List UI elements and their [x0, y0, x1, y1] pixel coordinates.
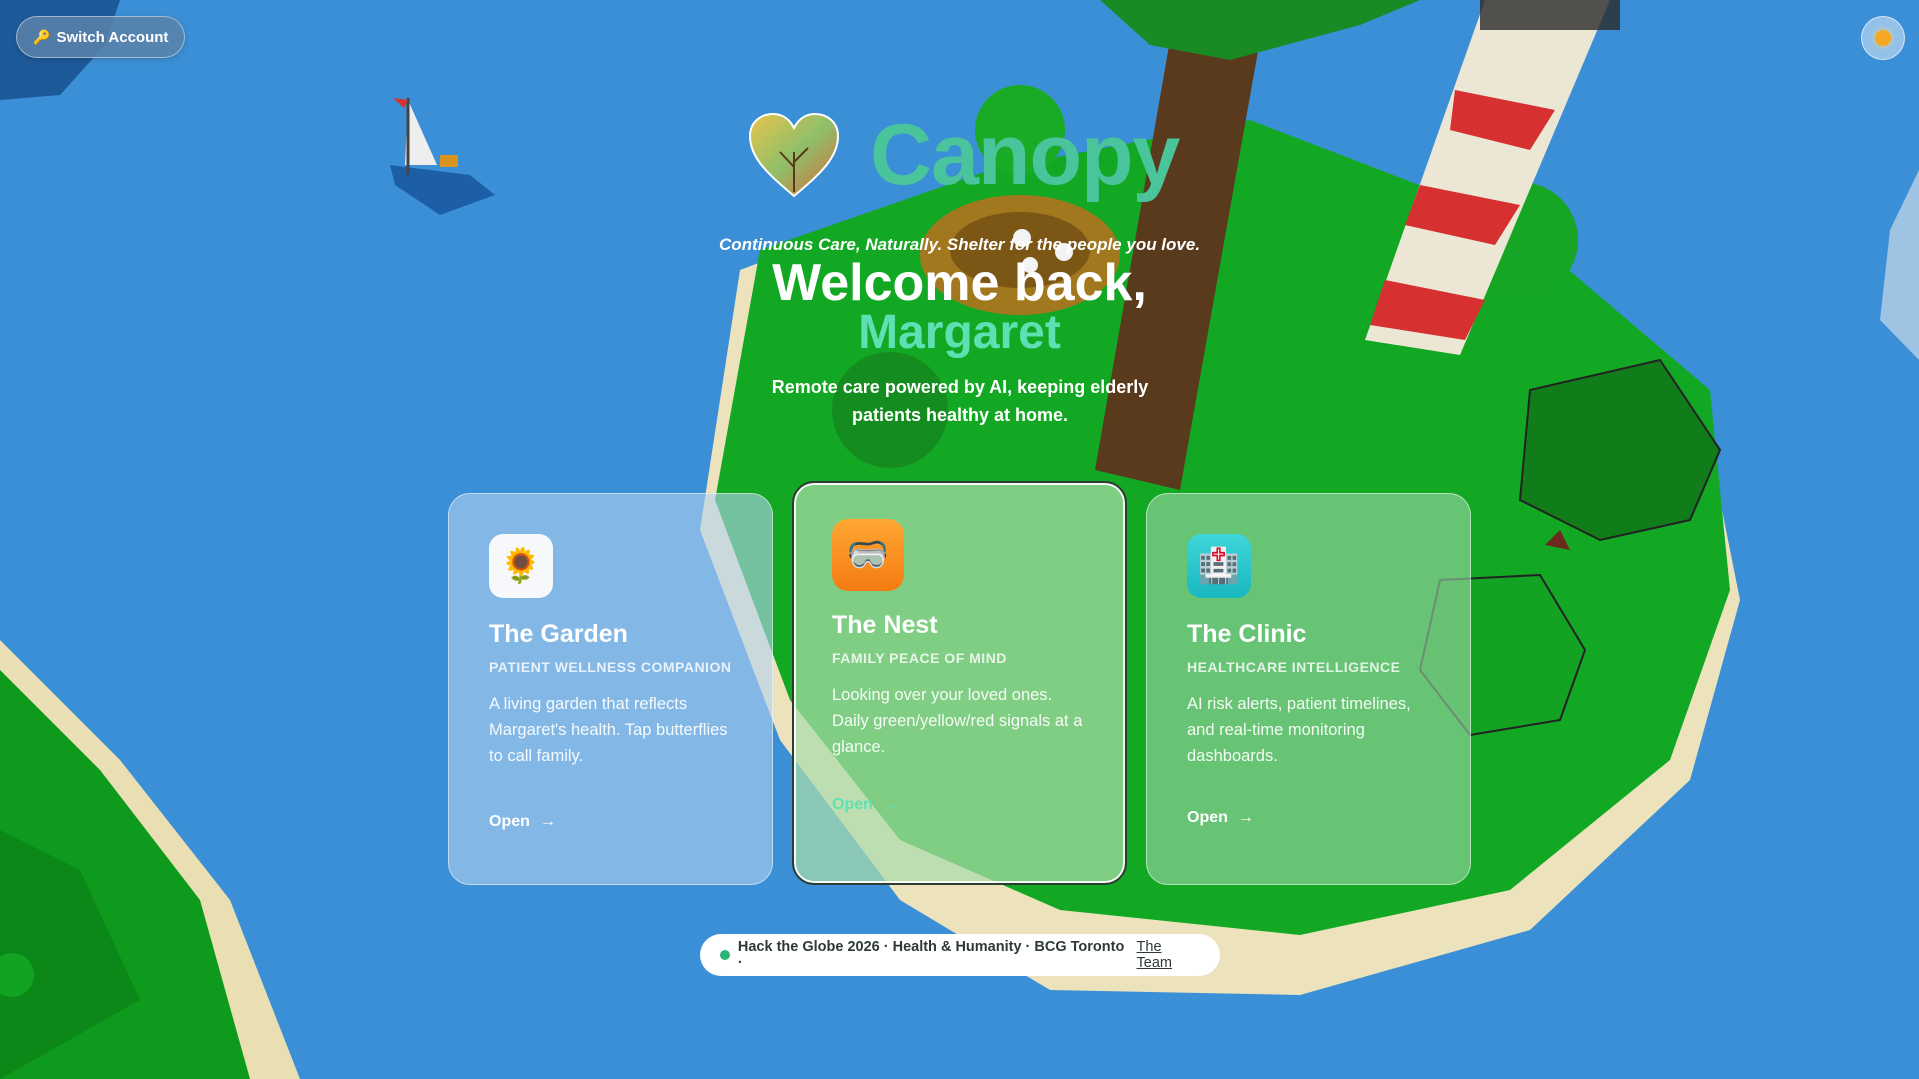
- card-subtitle: PATIENT WELLNESS COMPANION: [489, 659, 732, 675]
- brand-header: Canopy: [748, 107, 1180, 203]
- card-description: Looking over your loved ones. Daily gree…: [832, 686, 1083, 756]
- open-label: Open: [489, 813, 530, 830]
- arrow-right-icon: →: [539, 813, 556, 830]
- card-description: A living garden that reflects Margaret's…: [489, 695, 728, 765]
- open-clinic-link[interactable]: Open →: [1187, 809, 1254, 827]
- brand-title: Canopy: [870, 107, 1180, 203]
- card-subtitle: FAMILY PEACE OF MIND: [832, 650, 1007, 666]
- footer-badge: Hack the Globe 2026 · Health & Humanity …: [700, 934, 1220, 976]
- nest-icon: 🥽: [832, 519, 904, 591]
- open-label: Open: [1187, 809, 1228, 826]
- arrow-right-icon: →: [882, 796, 899, 813]
- welcome-heading: Welcome back,: [772, 254, 1147, 312]
- open-garden-link[interactable]: Open →: [489, 813, 556, 831]
- brand-tagline: Continuous Care, Naturally. Shelter for …: [718, 235, 1201, 254]
- team-link[interactable]: The Team: [1137, 939, 1200, 971]
- wheelbarrow-icon: 🌻: [489, 534, 553, 598]
- card-clinic[interactable]: 🏥 The Clinic HEALTHCARE INTELLIGENCE AI …: [1146, 493, 1471, 885]
- card-garden[interactable]: 🌻 The Garden PATIENT WELLNESS COMPANION …: [448, 493, 773, 885]
- footer-text: Hack the Globe 2026 · Health & Humanity …: [737, 939, 1125, 971]
- card-description: AI risk alerts, patient timelines, and r…: [1187, 695, 1411, 765]
- open-label: Open: [832, 796, 873, 813]
- card-nest[interactable]: 🥽 The Nest FAMILY PEACE OF MIND Looking …: [792, 481, 1127, 885]
- switch-account-label: Switch Account: [56, 28, 169, 46]
- status-dot-icon: [720, 950, 730, 960]
- sun-icon: [1875, 30, 1891, 46]
- card-subtitle: HEALTHCARE INTELLIGENCE: [1187, 659, 1401, 675]
- card-title: The Nest: [832, 611, 938, 639]
- switch-account-button[interactable]: 🔑 Switch Account: [16, 16, 186, 58]
- heart-logo-icon: [748, 112, 840, 198]
- user-name: Margaret: [858, 306, 1061, 359]
- hero-subtitle: Remote care powered by AI, keeping elder…: [771, 377, 1149, 425]
- card-title: The Clinic: [1187, 620, 1307, 648]
- key-icon: 🔑: [33, 28, 51, 45]
- clinic-icon: 🏥: [1187, 534, 1251, 598]
- arrow-right-icon: →: [1237, 809, 1254, 826]
- open-nest-link[interactable]: Open →: [832, 796, 899, 814]
- theme-toggle-button[interactable]: [1861, 16, 1905, 60]
- card-title: The Garden: [489, 620, 628, 648]
